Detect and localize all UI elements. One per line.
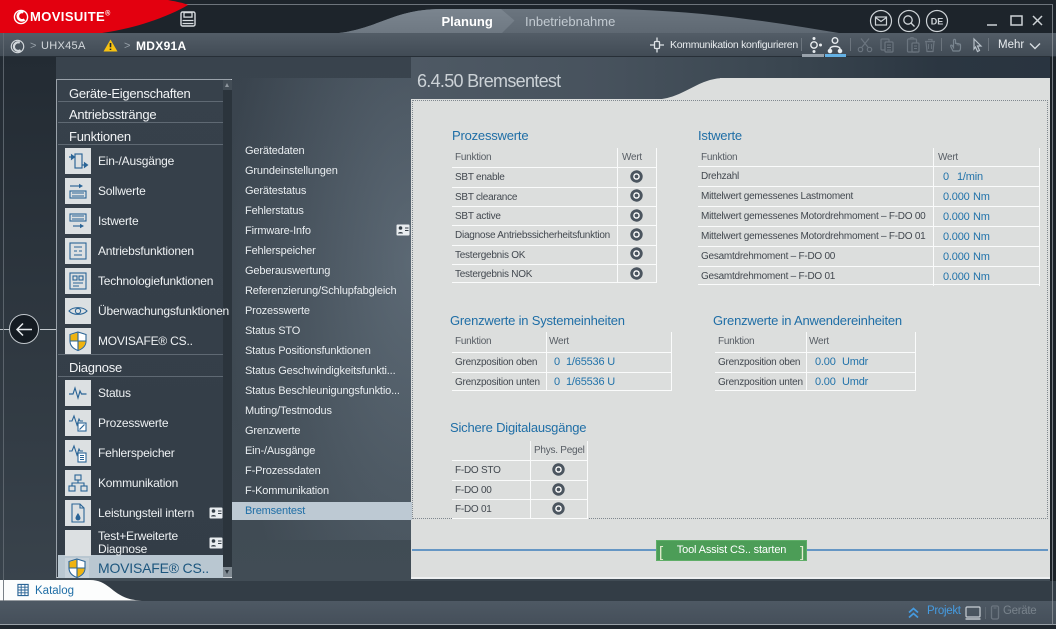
svg-text:DE: DE	[931, 17, 944, 27]
